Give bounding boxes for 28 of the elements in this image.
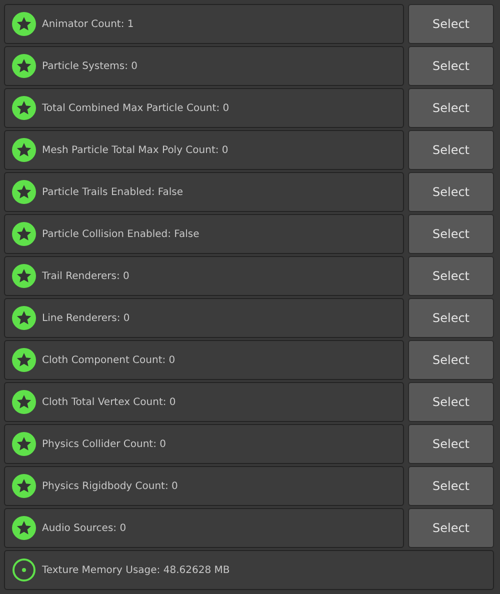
select-button[interactable]: Select [408, 88, 494, 128]
stat-label: Physics Collider Count: 0 [42, 438, 166, 450]
stat-label: Trail Renderers: 0 [42, 270, 130, 282]
stat-label: Cloth Component Count: 0 [42, 354, 176, 366]
select-button[interactable]: Select [408, 46, 494, 86]
select-button[interactable]: Select [408, 4, 494, 44]
select-button[interactable]: Select [408, 340, 494, 380]
select-button[interactable]: Select [408, 466, 494, 506]
stat-label: Total Combined Max Particle Count: 0 [42, 102, 230, 114]
select-button[interactable]: Select [408, 298, 494, 338]
select-button[interactable]: Select [408, 382, 494, 422]
stat-label: Cloth Total Vertex Count: 0 [42, 396, 176, 408]
stat-label: Texture Memory Usage: 48.62628 MB [42, 564, 230, 576]
select-button[interactable]: Select [408, 256, 494, 296]
stat-label: Physics Rigidbody Count: 0 [42, 480, 178, 492]
stat-label: Line Renderers: 0 [42, 312, 130, 324]
select-button[interactable]: Select [408, 424, 494, 464]
target-icon [12, 558, 36, 582]
stat-label: Particle Systems: 0 [42, 60, 138, 72]
stat-label: Particle Trails Enabled: False [42, 186, 184, 198]
select-button[interactable]: Select [408, 508, 494, 548]
stat-label: Particle Collision Enabled: False [42, 228, 200, 240]
select-button[interactable]: Select [408, 172, 494, 212]
select-button[interactable]: Select [408, 214, 494, 254]
stat-label: Mesh Particle Total Max Poly Count: 0 [42, 144, 228, 156]
select-button[interactable]: Select [408, 130, 494, 170]
stat-label: Audio Sources: 0 [42, 522, 126, 534]
stat-label: Animator Count: 1 [42, 18, 134, 30]
